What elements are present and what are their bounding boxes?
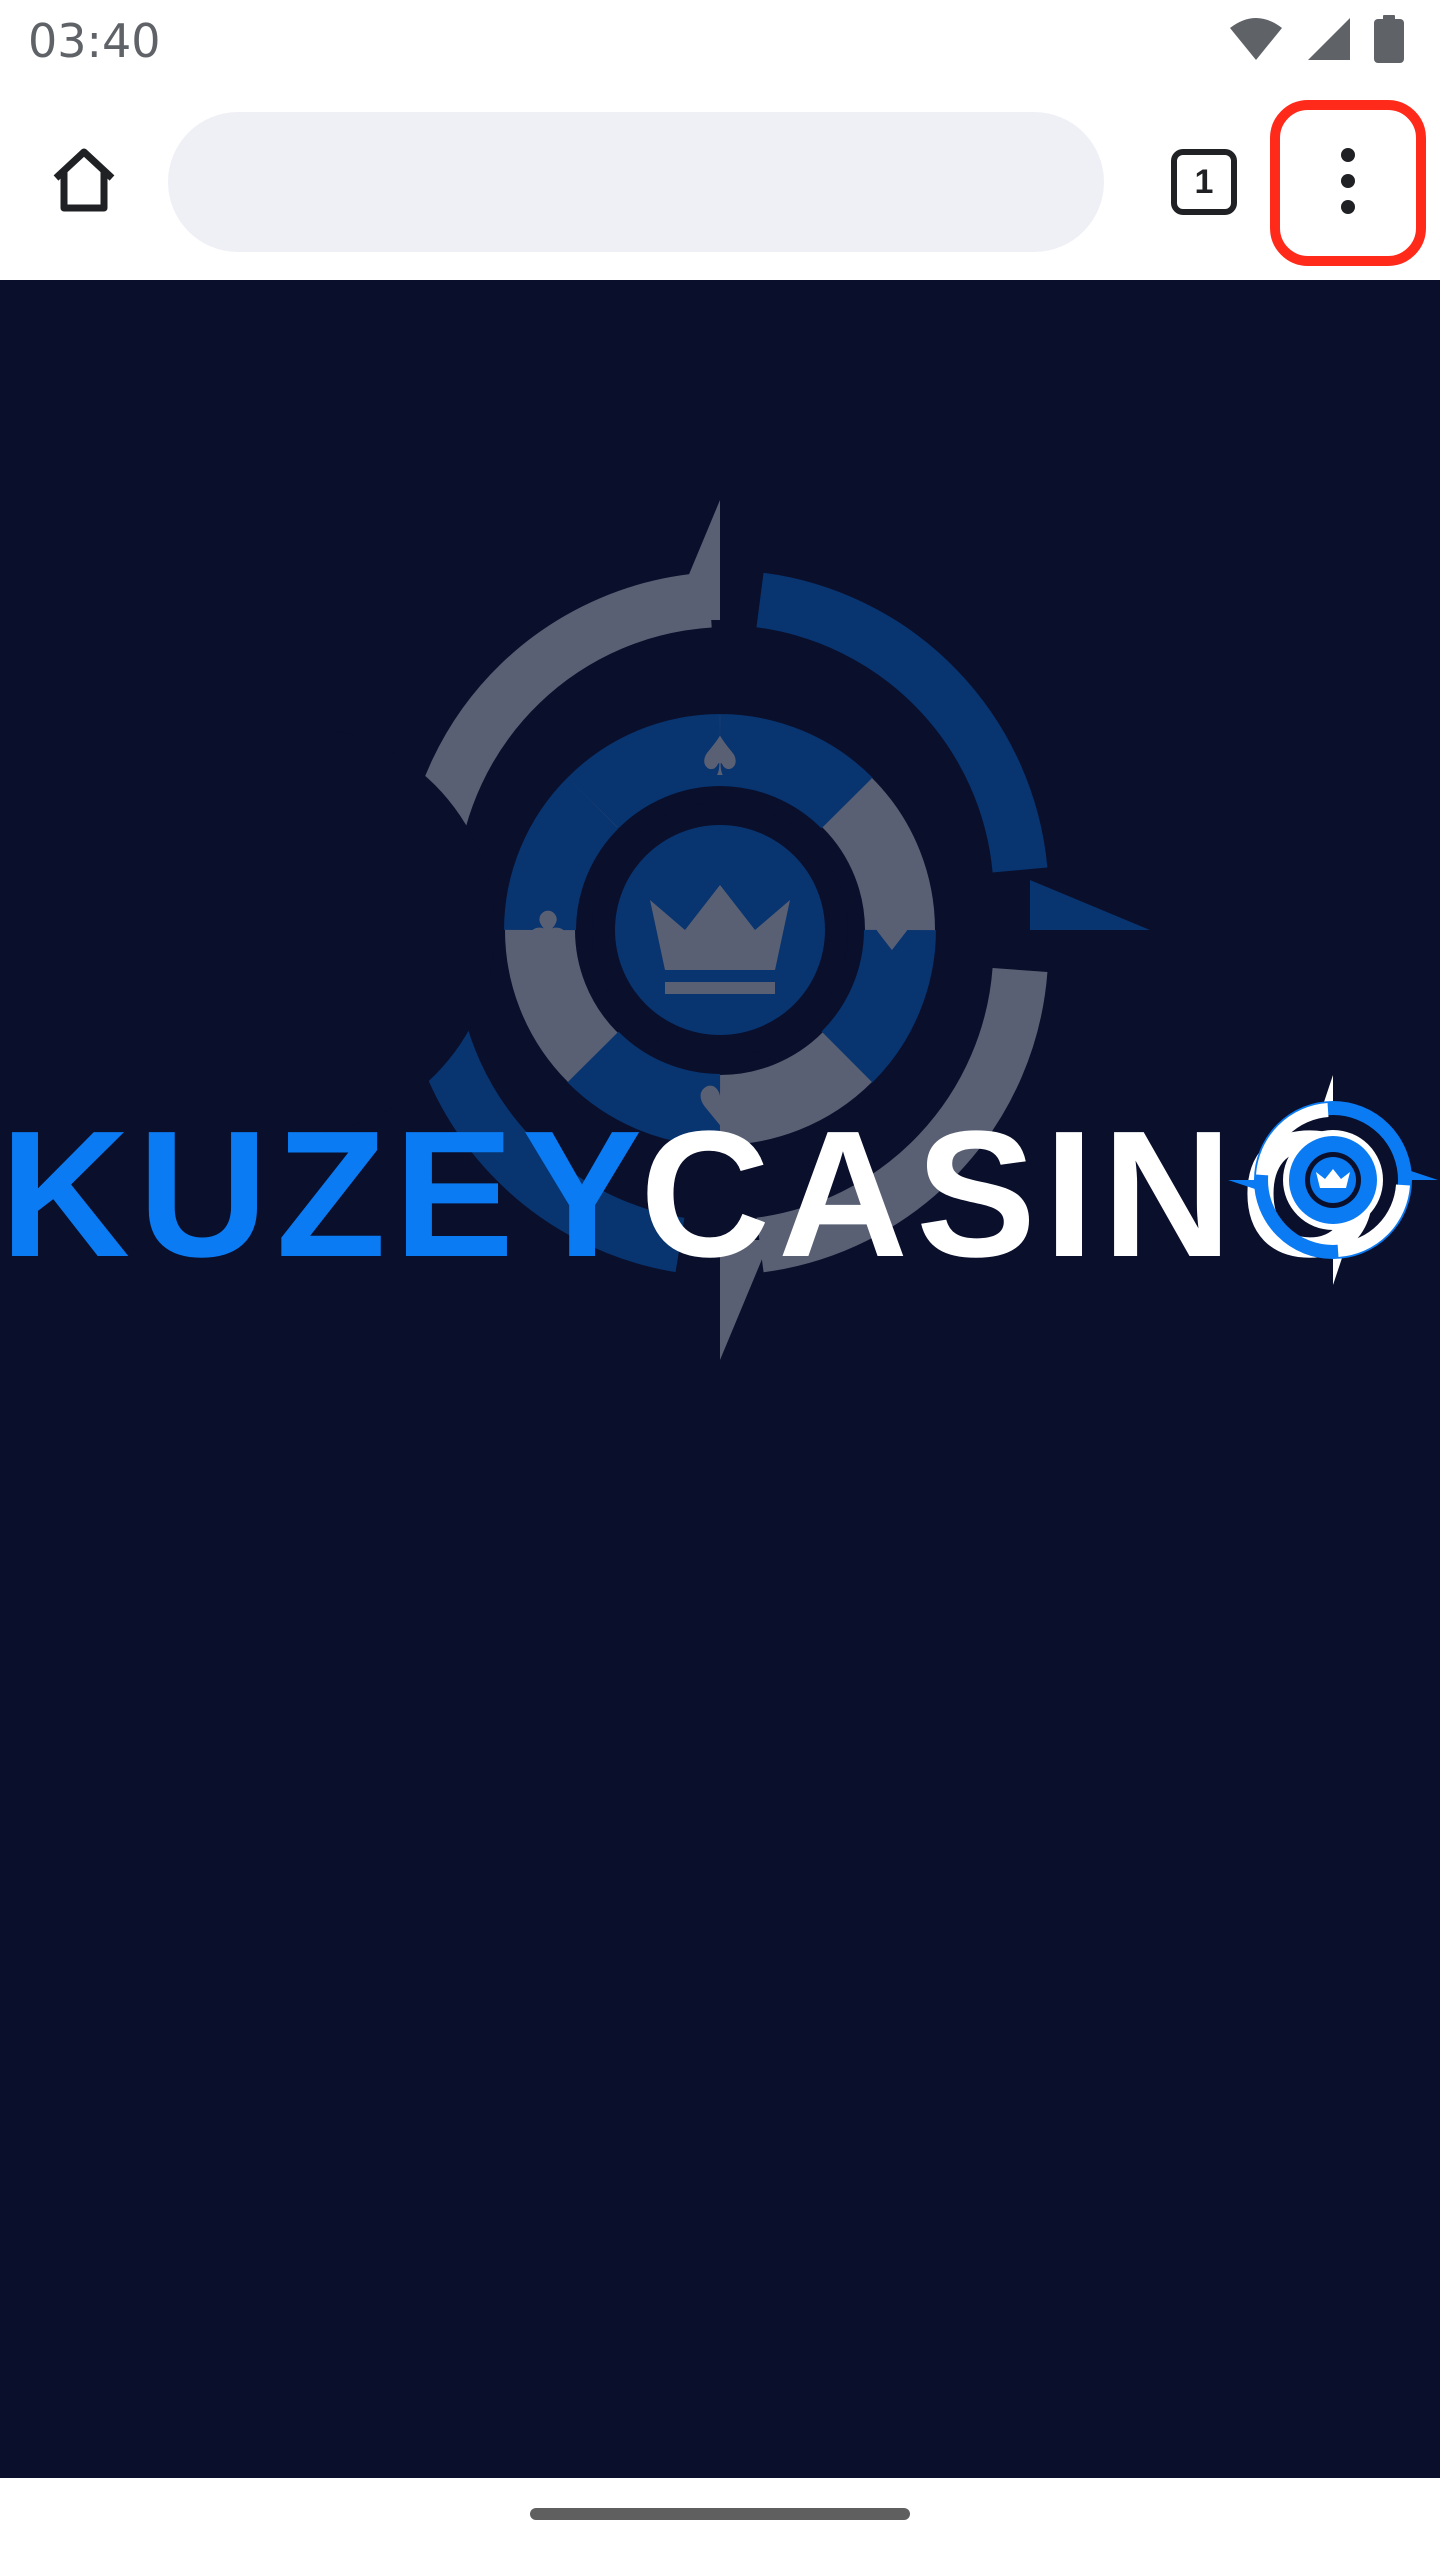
signal-icon bbox=[1306, 16, 1352, 67]
home-icon bbox=[48, 144, 120, 221]
status-time: 03:40 bbox=[28, 14, 161, 68]
battery-icon bbox=[1374, 14, 1404, 68]
svg-text:♦: ♦ bbox=[868, 900, 916, 963]
home-button[interactable] bbox=[38, 136, 130, 228]
svg-text:♣: ♣ bbox=[524, 900, 572, 963]
wifi-icon bbox=[1228, 16, 1284, 67]
home-gesture-handle[interactable] bbox=[530, 2508, 910, 2520]
gesture-nav-bar bbox=[0, 2478, 1440, 2560]
brand-word-kuzey: KUZEY bbox=[0, 1094, 651, 1295]
svg-text:♠: ♠ bbox=[696, 725, 744, 788]
tab-count: 1 bbox=[1171, 149, 1237, 215]
browser-toolbar: 1 bbox=[0, 90, 1440, 280]
url-input[interactable] bbox=[168, 112, 1104, 252]
overflow-menu-button[interactable] bbox=[1270, 100, 1426, 266]
brand-wordmark: KUZEY CASINO bbox=[0, 1075, 1440, 1645]
tab-switcher-button[interactable]: 1 bbox=[1160, 138, 1248, 226]
web-content[interactable]: ♠ ♥ ♣ ♦ KUZEY CASINO bbox=[0, 280, 1440, 2478]
mini-chip-icon bbox=[1228, 1075, 1438, 1290]
status-icons bbox=[1228, 14, 1404, 68]
status-bar: 03:40 bbox=[0, 0, 1440, 90]
more-vert-icon bbox=[1336, 146, 1360, 221]
